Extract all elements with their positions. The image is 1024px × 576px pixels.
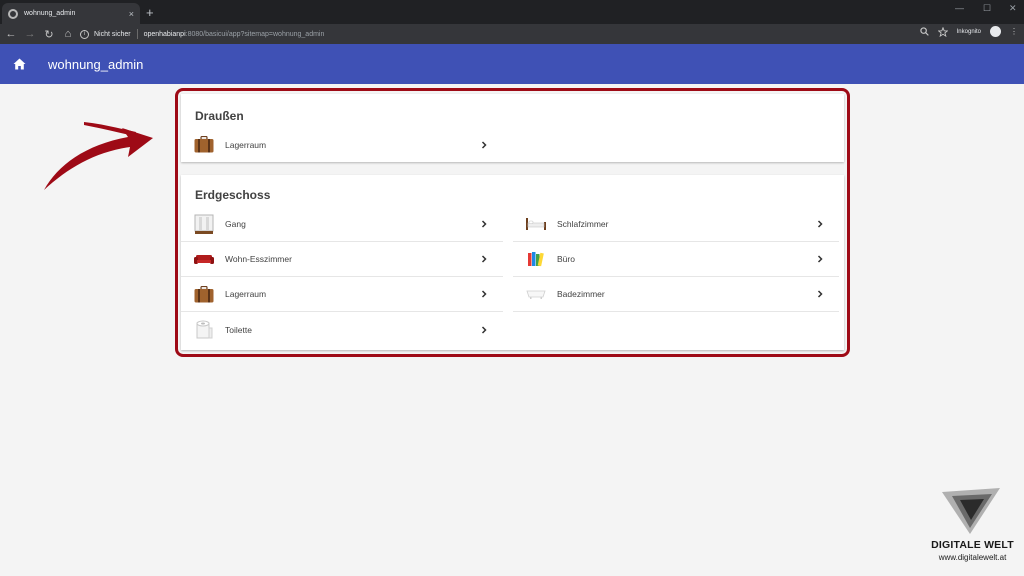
browser-menu-icon[interactable]: ⋮ bbox=[1010, 27, 1018, 36]
highlight-frame bbox=[175, 88, 850, 357]
security-label[interactable]: Nicht sicher bbox=[94, 31, 131, 38]
home-icon[interactable] bbox=[13, 58, 26, 70]
app-header: wohnung_admin bbox=[0, 44, 1024, 84]
browser-tabstrip: wohnung_admin × + — ☐ ✕ bbox=[0, 0, 1024, 24]
page-title: wohnung_admin bbox=[48, 56, 144, 72]
bookmark-star-icon[interactable] bbox=[937, 26, 948, 37]
back-icon[interactable]: ← bbox=[3, 28, 19, 40]
url-host[interactable]: openhabianpi bbox=[144, 31, 186, 38]
brand-name: DIGITALE WELT bbox=[931, 539, 1014, 551]
separator bbox=[136, 29, 138, 39]
url-path[interactable]: :8080/basicui/app?sitemap=wohnung_admin bbox=[186, 31, 325, 38]
tab-title: wohnung_admin bbox=[24, 10, 76, 17]
tab-close-icon[interactable]: × bbox=[129, 9, 134, 19]
digitale-welt-logo-icon bbox=[942, 488, 1000, 534]
close-window-button[interactable]: ✕ bbox=[1009, 3, 1017, 14]
reload-icon[interactable]: ↻ bbox=[41, 28, 57, 41]
zoom-icon[interactable] bbox=[919, 27, 929, 36]
favicon-icon bbox=[8, 8, 18, 19]
browser-toolbar: ← → ↻ ⌂ i Nicht sicher openhabianpi :808… bbox=[0, 24, 1024, 44]
maximize-button[interactable]: ☐ bbox=[983, 3, 991, 14]
new-tab-button[interactable]: + bbox=[146, 5, 154, 20]
forward-icon[interactable]: → bbox=[22, 28, 38, 40]
minimize-button[interactable]: — bbox=[955, 3, 964, 13]
address-bar[interactable]: i Nicht sicher openhabianpi :8080/basicu… bbox=[80, 26, 946, 42]
profile-label[interactable]: Inkognito bbox=[957, 29, 981, 35]
annotation-arrow-icon bbox=[44, 122, 153, 190]
browser-tab[interactable]: wohnung_admin × bbox=[2, 3, 140, 24]
toolbar-right: Inkognito ⋮ bbox=[919, 26, 1018, 37]
brand-url: www.digitalewelt.at bbox=[938, 553, 1007, 562]
home-browser-icon[interactable]: ⌂ bbox=[60, 28, 76, 40]
info-icon[interactable]: i bbox=[80, 29, 89, 39]
incognito-avatar-icon[interactable] bbox=[990, 26, 1001, 37]
